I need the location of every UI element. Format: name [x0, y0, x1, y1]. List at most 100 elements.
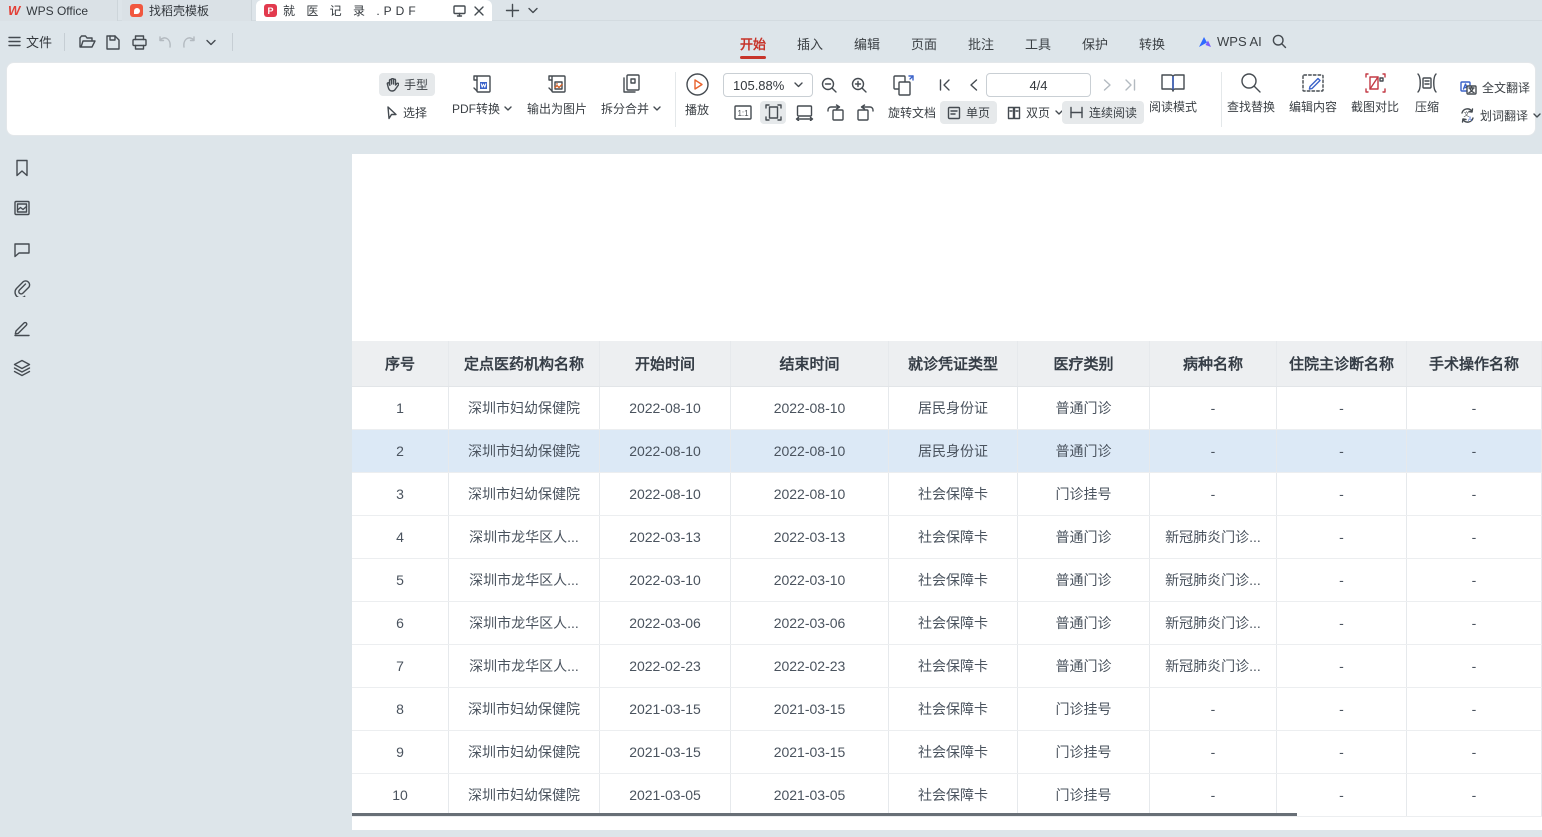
edit-content-label: 编辑内容 — [1289, 98, 1337, 115]
table-cell: 2021-03-05 — [600, 774, 731, 816]
first-page-button[interactable] — [935, 75, 955, 95]
pdf-convert-icon — [470, 72, 494, 96]
fit-width-button[interactable] — [791, 101, 817, 124]
open-file-button[interactable] — [76, 31, 98, 53]
table-cell: 深圳市妇幼保健院 — [449, 731, 600, 773]
screenshot-compare-button[interactable]: 截图对比 — [1347, 72, 1403, 115]
monitor-icon[interactable] — [453, 5, 466, 17]
continuous-read-button[interactable]: 连续阅读 — [1062, 101, 1144, 124]
rotate-right-button[interactable] — [852, 101, 878, 124]
play-button[interactable]: 播放 — [679, 72, 715, 118]
table-cell: 社会保障卡 — [889, 559, 1018, 601]
tab-list-chevron-icon[interactable] — [528, 7, 538, 14]
word-translate-icon: 文A — [1460, 108, 1475, 123]
menu-insert[interactable]: 插入 — [793, 32, 827, 55]
new-tab-button[interactable] — [505, 3, 520, 18]
attachment-icon[interactable] — [13, 279, 31, 297]
table-cell: 社会保障卡 — [889, 774, 1018, 816]
rotate-left-button[interactable] — [822, 101, 848, 124]
double-page-label: 双页 — [1026, 104, 1050, 121]
column-header: 医疗类别 — [1018, 341, 1150, 386]
menu-tools[interactable]: 工具 — [1021, 32, 1055, 55]
tab-label: WPS Office — [26, 4, 88, 18]
redo-button[interactable] — [178, 31, 200, 53]
menu-search-icon[interactable] — [1272, 34, 1287, 49]
save-button[interactable] — [102, 31, 124, 53]
pdf-convert-button[interactable]: PDF转换 — [449, 72, 515, 117]
zoom-level-select[interactable]: 105.88% — [723, 73, 813, 97]
table-cell: 普通门诊 — [1018, 516, 1150, 558]
table-cell: 居民身份证 — [889, 430, 1018, 472]
previous-page-button[interactable] — [963, 75, 983, 95]
menu-protect[interactable]: 保护 — [1078, 32, 1112, 55]
file-menu-button[interactable]: 文件 — [8, 32, 52, 51]
menu-home[interactable]: 开始 — [736, 32, 770, 55]
table-cell: 2022-08-10 — [600, 473, 731, 515]
window-tab-bar: W WPS Office 找稻壳模板 P 就 医 记 录 .PDF — [0, 0, 1542, 21]
close-tab-icon[interactable] — [474, 6, 484, 16]
word-translate-button[interactable]: 文A 划词翻译 — [1453, 104, 1542, 127]
play-icon — [685, 72, 710, 97]
table-cell: - — [1277, 387, 1407, 429]
zoom-level-value: 105.88% — [733, 78, 784, 93]
table-cell: 新冠肺炎门诊... — [1150, 516, 1277, 558]
page-organize-button[interactable] — [891, 75, 917, 95]
double-page-button[interactable]: 双页 — [1000, 101, 1070, 124]
tab-docer-templates[interactable]: 找稻壳模板 — [122, 0, 252, 21]
full-translate-button[interactable]: 全文翻译 — [1453, 76, 1537, 99]
table-cell: - — [1150, 731, 1277, 773]
page-indicator-input[interactable]: 4/4 — [986, 73, 1091, 97]
table-cell: - — [1277, 559, 1407, 601]
hand-tool-button[interactable]: 手型 — [379, 73, 435, 96]
table-cell: 门诊挂号 — [1018, 473, 1150, 515]
quickbar-more-chevron-icon[interactable] — [200, 31, 222, 53]
find-replace-button[interactable]: 查找替换 — [1223, 72, 1279, 115]
divider — [64, 33, 65, 51]
table-cell: - — [1277, 473, 1407, 515]
search-icon — [1240, 72, 1262, 94]
table-cell: 普通门诊 — [1018, 430, 1150, 472]
edit-content-button[interactable]: 编辑内容 — [1285, 72, 1341, 115]
select-tool-button[interactable]: 选择 — [379, 101, 434, 124]
single-page-icon — [947, 106, 961, 120]
table-cell: 门诊挂号 — [1018, 774, 1150, 816]
table-cell: - — [1277, 645, 1407, 687]
zoom-out-button[interactable] — [819, 75, 839, 95]
menu-wps-ai[interactable]: WPS AI — [1194, 32, 1266, 51]
layers-icon[interactable] — [13, 359, 31, 377]
menu-comment[interactable]: 批注 — [964, 32, 998, 55]
signature-pen-icon[interactable] — [13, 319, 31, 337]
comment-icon[interactable] — [13, 240, 31, 258]
menu-page[interactable]: 页面 — [907, 32, 941, 55]
tab-document-active[interactable]: P 就 医 记 录 .PDF — [256, 0, 492, 21]
actual-size-button[interactable]: 1:1 — [731, 101, 755, 124]
export-image-icon — [545, 72, 569, 96]
menu-edit[interactable]: 编辑 — [850, 32, 884, 55]
hand-tool-label: 手型 — [404, 76, 428, 93]
next-page-button[interactable] — [1097, 75, 1117, 95]
table-cell: 2021-03-05 — [731, 774, 889, 816]
tab-wps-office[interactable]: W WPS Office — [0, 0, 118, 21]
column-header: 开始时间 — [600, 341, 731, 386]
menu-convert[interactable]: 转换 — [1135, 32, 1169, 55]
divider — [232, 33, 233, 51]
thumbnail-image-icon[interactable] — [13, 199, 31, 217]
table-cell: 2022-03-06 — [731, 602, 889, 644]
rotate-doc-button[interactable]: 旋转文档 — [881, 101, 943, 124]
undo-button[interactable] — [153, 31, 175, 53]
table-cell: - — [1150, 473, 1277, 515]
zoom-in-button[interactable] — [849, 75, 869, 95]
bookmark-icon[interactable] — [13, 159, 31, 177]
print-button[interactable] — [128, 31, 150, 53]
fit-page-button[interactable] — [760, 101, 786, 124]
chevron-down-icon — [794, 82, 803, 88]
split-merge-button[interactable]: 拆分合并 — [597, 72, 665, 117]
table-cell: 9 — [352, 731, 449, 773]
table-cell: 2022-08-10 — [731, 387, 889, 429]
table-row: 5深圳市龙华区人...2022-03-102022-03-10社会保障卡普通门诊… — [352, 559, 1542, 602]
last-page-button[interactable] — [1120, 75, 1140, 95]
export-image-button[interactable]: 输出为图片 — [521, 72, 593, 117]
read-mode-button[interactable]: 阅读模式 — [1147, 72, 1199, 115]
compress-button[interactable]: 压缩 — [1407, 72, 1447, 115]
single-page-button[interactable]: 单页 — [940, 101, 997, 124]
